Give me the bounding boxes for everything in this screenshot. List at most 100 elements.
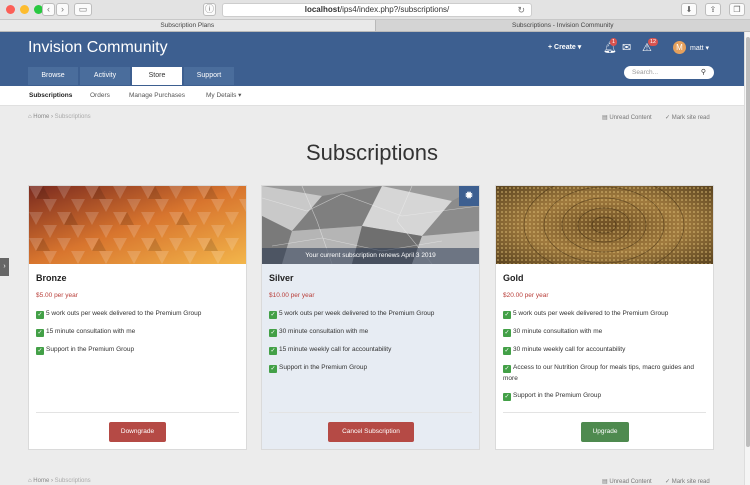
search-icon[interactable]: ⚲ xyxy=(701,66,706,79)
bronze-plan-image xyxy=(29,186,246,264)
create-menu-button[interactable]: + Create ▾ xyxy=(548,43,581,51)
page-scrollbar[interactable] xyxy=(744,32,750,485)
current-plan-badge-icon: ✹ xyxy=(459,186,479,206)
checkmark-icon: ✓ xyxy=(269,347,277,355)
sidebar-toggle-icon[interactable]: ▭ xyxy=(74,3,92,16)
card-divider xyxy=(269,412,472,413)
page-title: Subscriptions xyxy=(305,140,439,165)
reports-badge: 12 xyxy=(648,38,659,46)
url-host: localhost xyxy=(304,5,340,14)
browser-tab-subscription-plans[interactable]: Subscription Plans xyxy=(0,20,376,31)
privacy-info-icon[interactable]: ⓘ xyxy=(203,3,216,16)
address-bar[interactable]: localhost/ips4/index.php?/subscriptions/… xyxy=(222,3,532,17)
browser-tabs: Subscription Plans Subscriptions - Invis… xyxy=(0,20,750,32)
plan-card-silver: ✹ Your current subscription renews April… xyxy=(261,185,480,450)
subnav-subscriptions[interactable]: Subscriptions xyxy=(29,86,72,106)
main-nav: Browse Activity Store Support xyxy=(28,67,236,85)
checkmark-icon: ✓ xyxy=(36,311,44,319)
plan-feature: ✓ 5 work outs per week delivered to the P… xyxy=(503,308,708,319)
plan-feature: ✓ 30 minute weekly call for accountabilit… xyxy=(503,344,708,355)
checkmark-icon: ✓ xyxy=(503,329,511,337)
mark-site-read-link-bottom[interactable]: ✓ Mark site read xyxy=(665,478,710,485)
checkmark-icon: ✓ xyxy=(36,329,44,337)
plan-price: $5.00 per year xyxy=(36,292,78,299)
gold-plan-image xyxy=(496,186,713,264)
checkmark-icon: ✓ xyxy=(503,311,511,319)
mark-site-read-link[interactable]: ✓ Mark site read xyxy=(665,114,710,121)
unread-content-link-bottom[interactable]: ▤ Unread Content xyxy=(602,478,652,485)
plan-feature-text: Support in the Premium Group xyxy=(513,392,602,399)
plan-name: Silver xyxy=(269,273,294,283)
checkmark-icon: ✓ xyxy=(269,311,277,319)
checkmark-icon: ✓ xyxy=(503,393,511,401)
downgrade-button[interactable]: Downgrade xyxy=(109,422,166,442)
browser-tab-subscriptions[interactable]: Subscriptions - Invision Community xyxy=(376,20,750,31)
subnav-orders[interactable]: Orders xyxy=(90,86,110,106)
forward-button[interactable]: › xyxy=(56,3,69,16)
minimize-window-button[interactable] xyxy=(20,5,29,14)
plan-feature-text: 30 minute consultation with me xyxy=(513,328,603,335)
plan-feature-text: 5 work outs per week delivered to the Pr… xyxy=(513,310,669,317)
search-placeholder: Search... xyxy=(632,69,659,76)
site-title[interactable]: Invision Community xyxy=(28,39,168,57)
plan-feature-text: 5 work outs per week delivered to the Pr… xyxy=(279,310,435,317)
search-input[interactable]: Search... ⚲ xyxy=(624,66,714,79)
share-icon[interactable]: ⇪ xyxy=(705,3,721,16)
breadcrumb-home[interactable]: Home xyxy=(33,114,49,120)
breadcrumb-home[interactable]: Home xyxy=(33,478,49,484)
plan-feature: ✓ Support in the Premium Group xyxy=(503,390,708,401)
nav-tab-store[interactable]: Store xyxy=(132,67,182,85)
silver-plan-image: ✹ Your current subscription renews April… xyxy=(262,186,479,264)
checkmark-icon: ✓ xyxy=(503,347,511,355)
url-path: /ips4/index.php?/subscriptions/ xyxy=(339,5,450,14)
subnav-manage-purchases[interactable]: Manage Purchases xyxy=(129,86,185,106)
plan-feature: ✓ 30 minute consultation with me xyxy=(503,326,708,337)
close-window-button[interactable] xyxy=(6,5,15,14)
subnav-my-details[interactable]: My Details ▾ xyxy=(206,86,241,106)
plan-feature: ✓ 15 minute weekly call for accountabilit… xyxy=(269,344,474,355)
plan-feature: ✓ Support in the Premium Group xyxy=(36,344,241,355)
reload-icon[interactable]: ↻ xyxy=(517,4,525,16)
mark-site-read-label: Mark site read xyxy=(671,115,710,121)
tabs-overview-icon[interactable]: ❐ xyxy=(729,3,745,16)
breadcrumb-bottom: ⌂ Home › Subscriptions xyxy=(28,478,91,484)
plan-feature-text: Support in the Premium Group xyxy=(279,364,368,371)
plan-feature: ✓ Support in the Premium Group xyxy=(269,362,474,373)
unread-content-label: Unread Content xyxy=(609,115,652,121)
unread-content-link[interactable]: ▤ Unread Content xyxy=(602,114,652,121)
plan-feature: ✓ 5 work outs per week delivered to the P… xyxy=(269,308,474,319)
checkmark-icon: ✓ xyxy=(269,365,277,373)
user-avatar[interactable]: M xyxy=(673,41,686,54)
breadcrumb-current: Subscriptions xyxy=(54,114,91,120)
plan-feature-text: 5 work outs per week delivered to the Pr… xyxy=(46,310,202,317)
window-controls xyxy=(6,5,43,14)
scrollbar-thumb[interactable] xyxy=(746,37,750,447)
checkmark-icon: ✓ xyxy=(665,479,672,485)
nav-tab-browse[interactable]: Browse xyxy=(28,67,78,85)
card-divider xyxy=(503,412,706,413)
plan-name: Gold xyxy=(503,273,524,283)
plan-feature-text: Support in the Premium Group xyxy=(46,346,135,353)
checkmark-icon: ✓ xyxy=(36,347,44,355)
cancel-subscription-button[interactable]: Cancel Subscription xyxy=(328,422,414,442)
nav-tab-support[interactable]: Support xyxy=(184,67,234,85)
plan-feature: ✓ 30 minute consultation with me xyxy=(269,326,474,337)
checkmark-icon: ✓ xyxy=(503,365,511,373)
unread-content-label: Unread Content xyxy=(609,479,652,485)
store-subnav: Subscriptions Orders Manage Purchases My… xyxy=(0,86,744,106)
download-icon[interactable]: ⬇ xyxy=(681,3,697,16)
checkmark-icon: ✓ xyxy=(665,115,672,121)
upgrade-button[interactable]: Upgrade xyxy=(581,422,629,442)
plan-feature: ✓ 5 work outs per week delivered to the P… xyxy=(36,308,241,319)
back-button[interactable]: ‹ xyxy=(42,3,55,16)
plan-card-bronze: Bronze $5.00 per year ✓ 5 work outs per w… xyxy=(28,185,247,450)
plan-price: $20.00 per year xyxy=(503,292,549,299)
messages-envelope-icon[interactable]: ✉ xyxy=(622,41,631,54)
card-divider xyxy=(36,412,239,413)
side-panel-toggle-icon[interactable]: › xyxy=(0,258,9,276)
user-menu[interactable]: matt ▾ xyxy=(690,44,709,52)
plan-feature-text: 30 minute weekly call for accountability xyxy=(513,346,626,353)
nav-tab-activity[interactable]: Activity xyxy=(80,67,130,85)
plan-feature: ✓ 15 minute consultation with me xyxy=(36,326,241,337)
notifications-badge: 1 xyxy=(610,38,618,46)
